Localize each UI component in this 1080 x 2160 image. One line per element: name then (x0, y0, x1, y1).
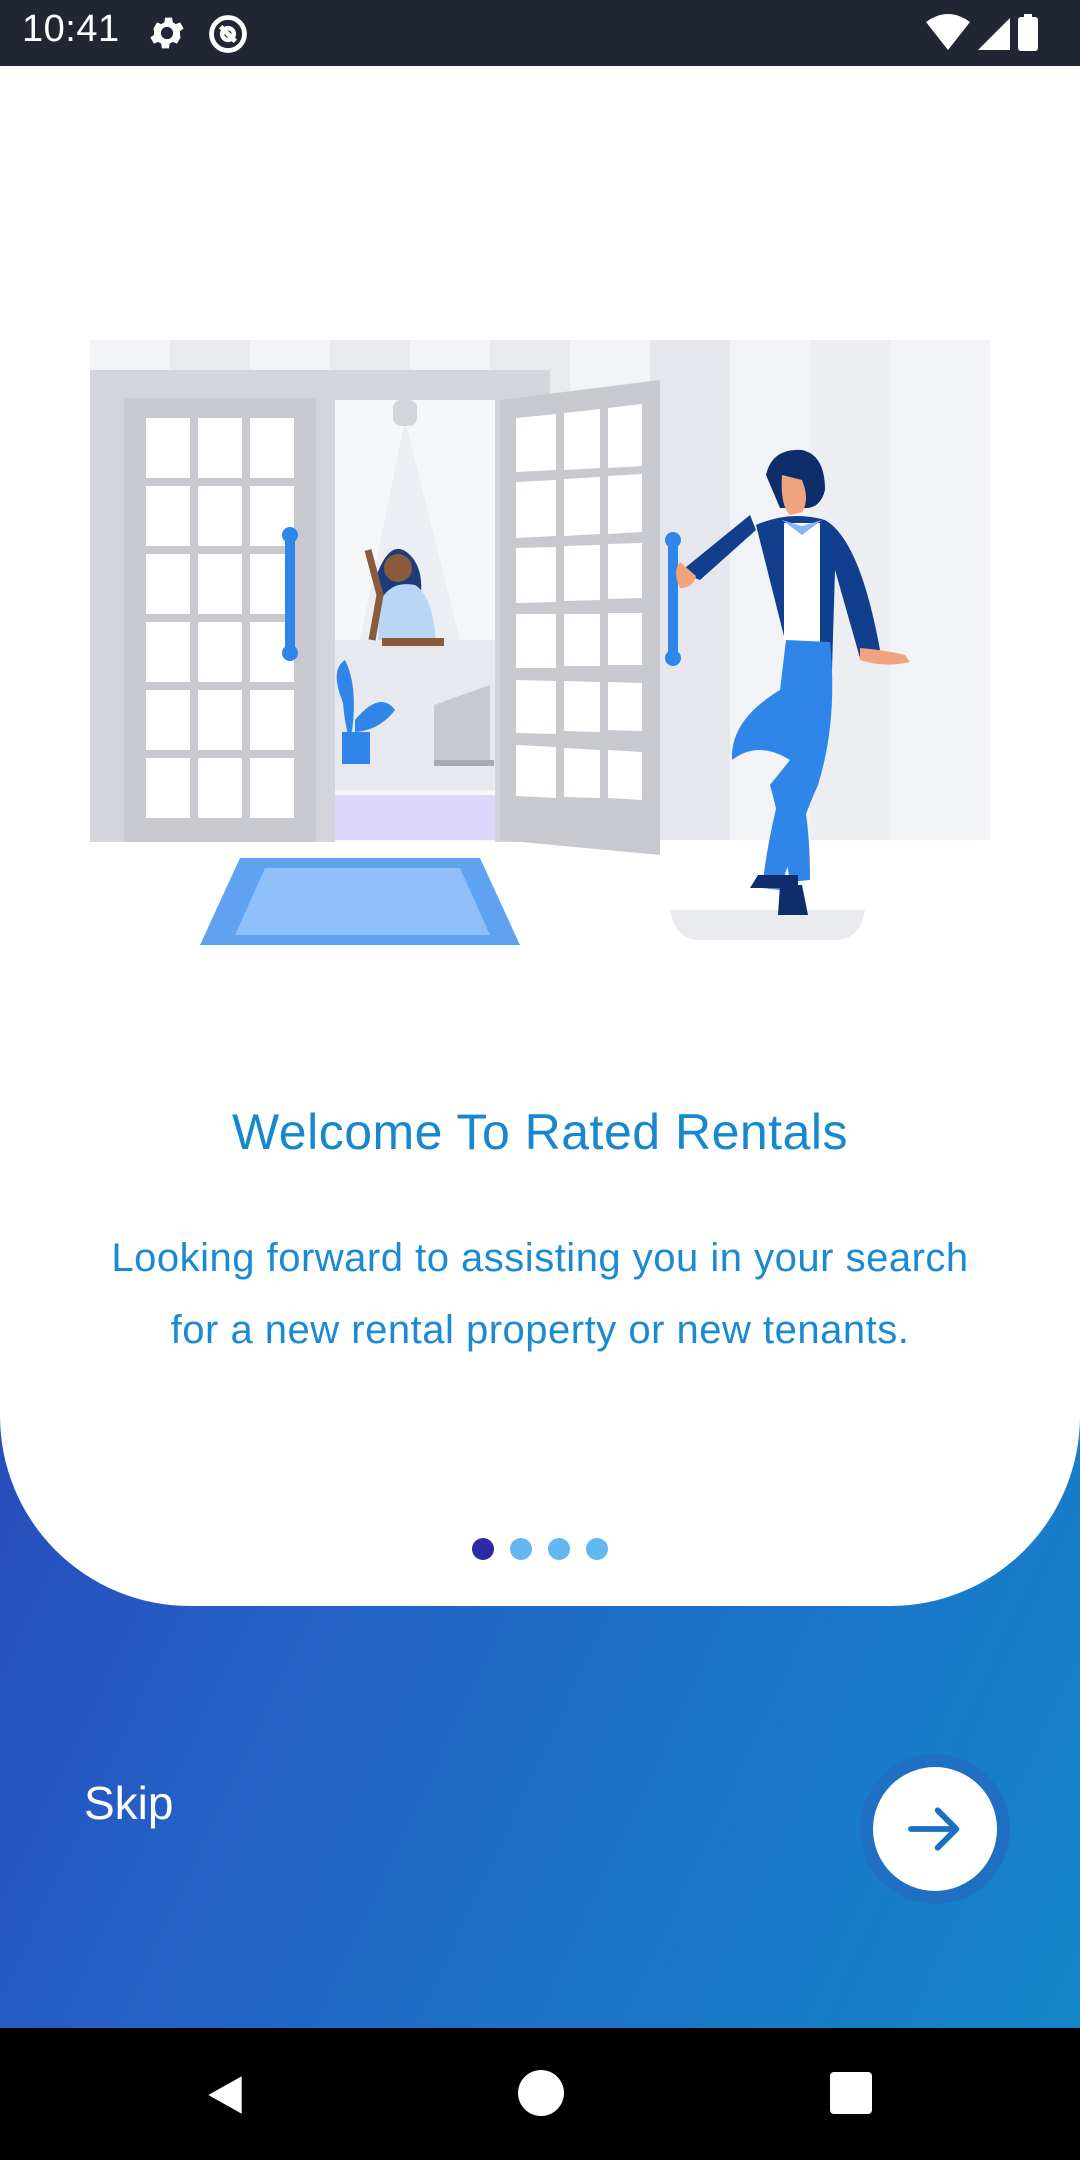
page-dot-3 (548, 1538, 570, 1560)
wifi-icon (926, 14, 970, 50)
skip-button[interactable]: Skip (84, 1776, 173, 1830)
arrow-right-icon (908, 1807, 960, 1851)
page-dot-4 (586, 1538, 608, 1560)
signal-icon (978, 18, 1010, 50)
battery-icon (1018, 14, 1038, 51)
page-dot-1 (472, 1538, 494, 1560)
next-button[interactable] (860, 1754, 1010, 1904)
onboarding-description: Looking forward to assisting you in your… (111, 1236, 969, 1352)
page-indicator (0, 1538, 1080, 1560)
onboarding-title: Welcome To Rated Rentals (231, 1104, 848, 1160)
next-button-inner (873, 1767, 997, 1891)
back-icon[interactable] (200, 2070, 250, 2120)
home-icon[interactable] (518, 2070, 564, 2116)
gear-icon (150, 17, 184, 49)
system-nav-bar (0, 2028, 1080, 2160)
status-indicators (926, 14, 1038, 51)
status-time: 10:41 (22, 8, 120, 50)
status-bar: 10:41 (0, 0, 1080, 66)
recents-icon[interactable] (830, 2072, 872, 2114)
page-dot-2 (510, 1538, 532, 1560)
alt-circle-icon (209, 15, 247, 53)
welcome-illustration (90, 340, 990, 945)
